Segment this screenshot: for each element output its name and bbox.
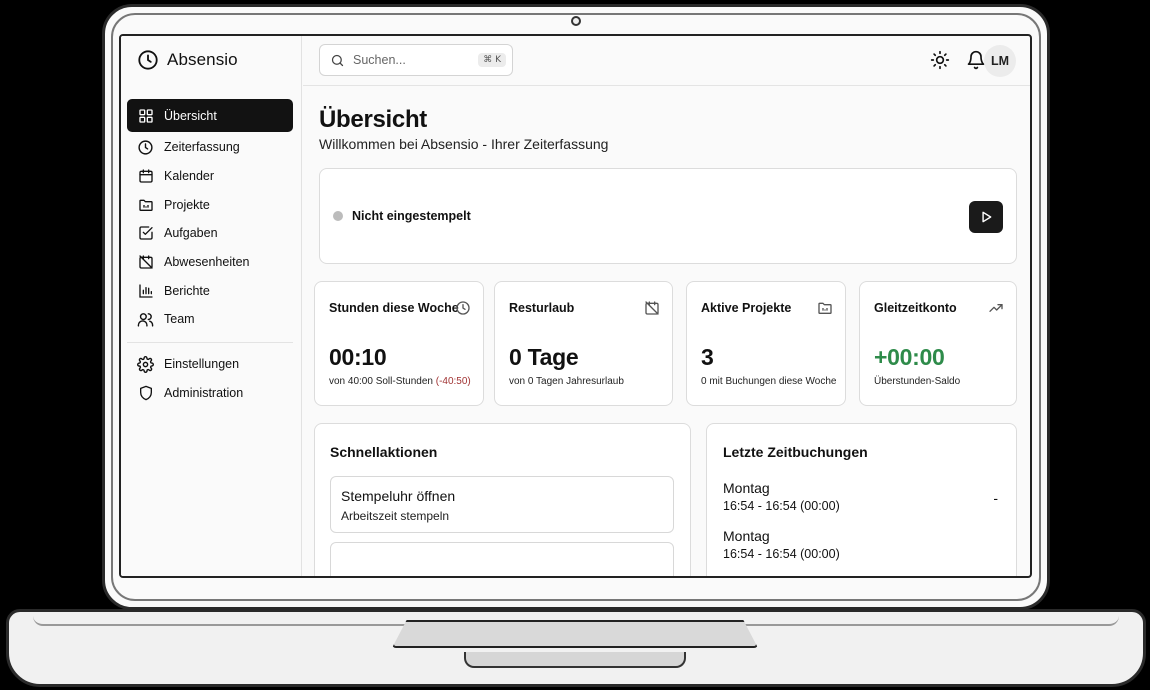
stat-card-resturlaub: Resturlaub 0 Tage von 0 Tagen Jahresurla…	[494, 281, 673, 406]
sidebar-divider	[127, 341, 293, 343]
stat-note: 0 mit Buchungen diese Woche	[701, 376, 837, 387]
search-shortcut-badge: ⌘ K	[478, 53, 506, 67]
sidebar-item-team[interactable]: Team	[127, 305, 293, 334]
sidebar-item-label: Aufgaben	[164, 226, 218, 241]
sidebar-item-label: Administration	[164, 385, 244, 400]
brand[interactable]: Absensio	[137, 49, 238, 71]
panel-title: Schnellaktionen	[330, 444, 438, 460]
shield-icon	[137, 384, 154, 401]
trending-up-icon	[988, 300, 1004, 316]
sidebar-item-label: Team	[164, 312, 195, 327]
users-icon	[137, 311, 154, 328]
laptop-notch	[392, 620, 758, 648]
sidebar-item-administration[interactable]: Administration	[127, 379, 293, 408]
stat-value: +00:00	[874, 344, 945, 370]
theme-toggle-sun-icon[interactable]	[930, 50, 950, 70]
page-title: Übersicht	[319, 106, 427, 133]
bell-icon[interactable]	[966, 50, 986, 70]
quick-action-stempeluhr[interactable]: Stempeluhr öffnen Arbeitszeit stempeln	[330, 476, 674, 533]
sidebar-item-abwesenheiten[interactable]: Abwesenheiten	[127, 248, 293, 277]
avatar[interactable]: LM	[984, 45, 1016, 77]
quick-action-desc: Arbeitszeit stempeln	[341, 509, 450, 523]
sidebar-item-aufgaben[interactable]: Aufgaben	[127, 219, 293, 248]
stat-value: 3	[701, 344, 714, 370]
stat-note: von 0 Tagen Jahresurlaub	[509, 376, 624, 387]
stat-delta: (-40:50)	[435, 376, 471, 387]
sidebar-item-label: Einstellungen	[164, 357, 240, 372]
clock-status-card: Nicht eingestempelt	[319, 168, 1017, 264]
quick-actions-panel: Schnellaktionen Stempeluhr öffnen Arbeit…	[314, 423, 691, 576]
clock-icon	[455, 300, 471, 316]
stat-note: von 40:00 Soll-Stunden (-40:50)	[329, 376, 471, 387]
booking-time: 16:54 - 16:54 (00:00)	[723, 547, 840, 561]
clock-in-button[interactable]	[969, 201, 1003, 233]
sidebar-item-label: Kalender	[164, 169, 215, 184]
stat-value: 0 Tage	[509, 344, 579, 370]
sidebar-nav: Übersicht Zeiterfassung Kalender Projekt…	[127, 99, 293, 407]
quick-action-item[interactable]	[330, 542, 674, 576]
quick-action-title: Stempeluhr öffnen	[341, 488, 456, 504]
gear-icon	[137, 355, 154, 373]
stat-note: Überstunden-Saldo	[874, 376, 961, 387]
checkbox-icon	[137, 225, 154, 242]
calendar-off-icon	[644, 300, 660, 316]
main-content: Übersicht Willkommen bei Absensio - Ihre…	[303, 87, 1030, 576]
stat-card-hours-week: Stunden diese Woche 00:10 von 40:00 Soll…	[314, 281, 484, 406]
stat-title: Resturlaub	[509, 301, 575, 315]
stat-title: Aktive Projekte	[701, 301, 792, 315]
booking-time: 16:54 - 16:54 (00:00)	[723, 499, 840, 513]
page-subtitle: Willkommen bei Absensio - Ihrer Zeiterfa…	[319, 136, 609, 152]
bar-chart-icon	[137, 282, 154, 299]
topbar: ⌘ K LM	[303, 36, 1030, 86]
brand-name: Absensio	[167, 50, 238, 69]
panel-title: Letzte Zeitbuchungen	[723, 444, 868, 460]
sidebar-item-kalender[interactable]: Kalender	[127, 162, 293, 191]
sidebar-item-berichte[interactable]: Berichte	[127, 276, 293, 305]
play-icon	[979, 210, 993, 224]
sidebar: Absensio Übersicht Zeiterfassung Kalende…	[121, 36, 302, 576]
sidebar-item-label: Übersicht	[164, 108, 217, 123]
clock-icon	[137, 139, 154, 156]
folder-icon	[137, 196, 154, 213]
booking-row[interactable]: Montag 16:54 - 16:54 (00:00)	[723, 480, 840, 513]
calendar-off-icon	[137, 254, 154, 271]
search-icon	[330, 53, 345, 68]
sidebar-item-label: Projekte	[164, 197, 210, 212]
booking-row[interactable]: Montag 16:54 - 16:54 (00:00)	[723, 528, 840, 561]
sidebar-item-label: Zeiterfassung	[164, 140, 240, 155]
sidebar-item-projekte[interactable]: Projekte	[127, 190, 293, 219]
sidebar-item-zeiterfassung[interactable]: Zeiterfassung	[127, 133, 293, 162]
search-input[interactable]	[353, 53, 469, 67]
status-indicator-dot	[333, 211, 343, 221]
recent-bookings-panel: Letzte Zeitbuchungen Montag 16:54 - 16:5…	[706, 423, 1017, 576]
webcam	[571, 16, 581, 26]
folder-icon	[817, 300, 833, 316]
clock-logo-icon	[137, 49, 159, 71]
stat-card-active-projects: Aktive Projekte 3 0 mit Buchungen diese …	[686, 281, 846, 406]
search-box[interactable]: ⌘ K	[319, 44, 513, 76]
stat-card-gleitzeitkonto: Gleitzeitkonto +00:00 Überstunden-Saldo	[859, 281, 1017, 406]
grid-icon	[137, 107, 154, 124]
sidebar-item-label: Berichte	[164, 283, 210, 298]
app-screen: Absensio Übersicht Zeiterfassung Kalende…	[119, 34, 1032, 578]
sidebar-item-label: Abwesenheiten	[164, 255, 250, 270]
clock-status-text: Nicht eingestempelt	[352, 209, 471, 223]
booking-duration-placeholder: -	[993, 490, 998, 506]
sidebar-item-uebersicht[interactable]: Übersicht	[127, 99, 293, 132]
stat-value: 00:10	[329, 344, 387, 370]
stat-title: Gleitzeitkonto	[874, 301, 957, 315]
booking-day: Montag	[723, 480, 770, 496]
laptop-foot	[464, 652, 686, 668]
sidebar-item-einstellungen[interactable]: Einstellungen	[127, 350, 293, 379]
stat-title: Stunden diese Woche	[329, 301, 459, 315]
calendar-icon	[137, 168, 154, 185]
booking-day: Montag	[723, 528, 770, 544]
